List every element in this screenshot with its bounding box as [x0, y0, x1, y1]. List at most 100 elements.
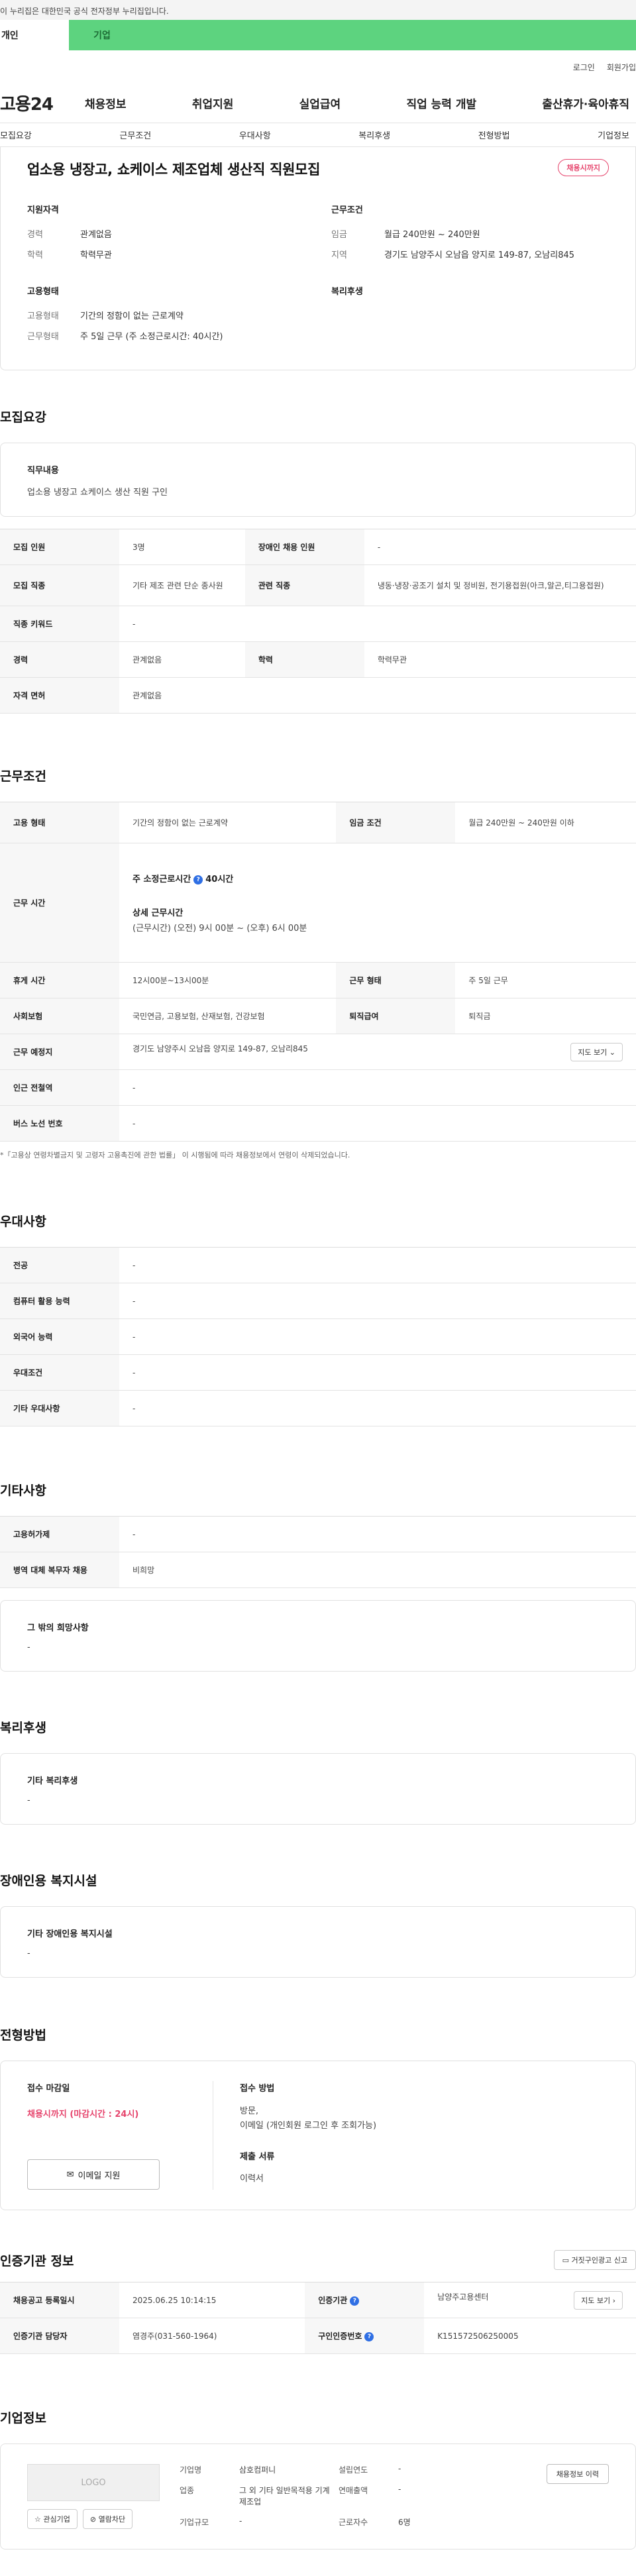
- table-cell: -: [119, 1283, 636, 1319]
- block-view-label: 열람차단: [98, 2515, 126, 2524]
- gnb-item-vocational-training[interactable]: 직업 능력 개발: [406, 95, 476, 111]
- subnav-preference[interactable]: 우대사항: [239, 129, 271, 141]
- subnav-welfare[interactable]: 복리후생: [358, 129, 390, 141]
- industry-label: 업종: [180, 2486, 195, 2495]
- chevron-right-icon: ›: [612, 2296, 615, 2305]
- table-cell: 퇴직금: [455, 998, 636, 1034]
- table-cell: -: [119, 1105, 636, 1142]
- employees-label: 근로자수: [339, 2518, 368, 2527]
- subnav-company[interactable]: 기업정보: [598, 129, 629, 141]
- welfare-box-heading: 기타 복리후생: [27, 1776, 78, 1786]
- table-header: 외국어 능력: [0, 1318, 119, 1355]
- established-label: 설립연도: [339, 2465, 368, 2475]
- career-label: 경력: [27, 230, 43, 240]
- method-heading: 접수 방법: [240, 2084, 275, 2094]
- agency-map-button[interactable]: 지도 보기 ›: [574, 2290, 623, 2310]
- info-icon[interactable]: ?: [193, 875, 203, 885]
- detail-hours-label: 상세 근무시간: [132, 908, 184, 918]
- table-row: 경력 관계없음 학력 학력무관: [0, 641, 636, 678]
- company-name-value: 삼호컴퍼니: [239, 2465, 276, 2475]
- email-apply-button[interactable]: ✉ 이메일 지원: [27, 2159, 160, 2190]
- weekly-hours-value: 40시간: [205, 875, 234, 885]
- table-cell: 관계없음: [119, 677, 636, 714]
- tab-company[interactable]: 기업: [69, 20, 135, 50]
- job-duty-card: 직무내용 업소용 냉장고 쇼케이스 생산 직원 구인: [0, 443, 636, 517]
- info-icon[interactable]: ?: [364, 2332, 374, 2341]
- recruit-history-button[interactable]: 채용정보 이력: [546, 2464, 609, 2484]
- table-header: 인증기관 담당자: [0, 2318, 119, 2354]
- company-fields: 기업명 삼호컴퍼니 설립연도 - 업종 그 외 기타 일반목적용 기계 제조업 …: [180, 2464, 464, 2528]
- gnb-item-unemployment-benefit[interactable]: 실업급여: [299, 95, 341, 111]
- table-header: 버스 노선 번호: [0, 1105, 119, 1142]
- signup-link[interactable]: 회원가입: [607, 62, 636, 73]
- agency-value: 남양주고용센터: [437, 2292, 489, 2302]
- table-row: 전공 -: [0, 1247, 636, 1283]
- table-header: 우대조건: [0, 1354, 119, 1391]
- table-cell: 학력무관: [364, 641, 636, 678]
- recruit-section-title: 모집요강: [0, 410, 46, 425]
- deadline-heading: 접수 마감일: [27, 2084, 70, 2094]
- other-table: 고용허가제 - 병역 대체 복무자 채용 비희망: [0, 1516, 636, 1588]
- gnb-item-parental-leave[interactable]: 출산휴가·육아휴직: [542, 95, 629, 111]
- info-icon[interactable]: ?: [350, 2296, 360, 2306]
- agency-map-label: 지도 보기: [581, 2296, 611, 2305]
- job-duty-heading: 직무내용: [27, 466, 59, 476]
- table-cell: 냉동·냉장·공조기 설치 및 정비원, 전기용접원(아크,알곤,티그용접원): [364, 564, 636, 606]
- detail-hours-value: (근무시간) (오전) 9시 00분 ~ (오후) 6시 00분: [132, 924, 307, 934]
- utility-bar: 로그인 회원가입: [0, 50, 636, 83]
- login-link[interactable]: 로그인: [573, 62, 595, 73]
- subnav-selection[interactable]: 전형방법: [478, 129, 510, 141]
- welfare-section-title: 복리후생: [0, 1721, 46, 1735]
- false-ad-report-label: 거짓구인광고 신고: [571, 2256, 627, 2265]
- table-header: 퇴직급여: [336, 998, 456, 1034]
- table-cell: K151572506250005: [424, 2318, 636, 2354]
- star-icon: ☆: [34, 2515, 41, 2524]
- table-header: 관련 직종: [244, 564, 364, 606]
- table-header: 컴퓨터 활용 능력: [0, 1283, 119, 1319]
- job-summary-card: 업소용 냉장고, 쇼케이스 제조업체 생산직 직원모집 채용시까지 지원자격 경…: [0, 147, 636, 370]
- gnb-item-jobs[interactable]: 채용정보: [85, 95, 127, 111]
- table-header: 인근 전철역: [0, 1069, 119, 1106]
- education-value: 학력무관: [80, 250, 112, 260]
- table-row: 병역 대체 복무자 채용 비희망: [0, 1552, 636, 1588]
- employment-type-label: 고용형태: [27, 311, 59, 321]
- table-header: 학력: [244, 641, 364, 678]
- table-cell: 12시00분~13시00분: [119, 962, 337, 998]
- table-cell: -: [119, 1318, 636, 1355]
- subnav-recruit[interactable]: 모집요강: [0, 129, 32, 141]
- selection-section-title: 전형방법: [0, 2028, 46, 2043]
- table-header: 모집 직종: [0, 564, 119, 606]
- established-value: -: [398, 2464, 401, 2473]
- employees-value: 6명: [398, 2518, 411, 2527]
- agency-section-title: 인증기관 정보: [0, 2253, 74, 2269]
- false-ad-report-button[interactable]: ▭ 거짓구인광고 신고: [553, 2250, 636, 2270]
- table-row: 고용허가제 -: [0, 1516, 636, 1552]
- map-view-button[interactable]: 지도 보기 ⌄: [570, 1042, 623, 1061]
- welfare-heading: 복리후생: [331, 287, 363, 297]
- company-size-value: -: [239, 2516, 242, 2526]
- subnav-conditions[interactable]: 근무조건: [119, 129, 151, 141]
- deadline-value: 채용시까지 (마감시간 : 24시): [27, 2110, 139, 2120]
- table-row: 자격 면허 관계없음: [0, 677, 636, 714]
- other-wish-card: 그 밖의 희망사항 -: [0, 1600, 636, 1672]
- table-header: 휴게 시간: [0, 962, 119, 998]
- favorite-company-button[interactable]: ☆ 관심기업: [27, 2509, 78, 2529]
- table-cell: 관계없음: [119, 641, 245, 678]
- site-logo[interactable]: 고용24: [0, 91, 85, 115]
- table-header: 경력: [0, 641, 119, 678]
- job-duty-text: 업소용 냉장고 쇼케이스 생산 직원 구인: [27, 488, 168, 498]
- table-header: 인증기관?: [305, 2282, 425, 2318]
- table-row: 인증기관 담당자 염경주(031-560-1964) 구인인증번호? K1515…: [0, 2318, 636, 2354]
- table-row: 휴게 시간 12시00분~13시00분 근무 형태 주 5일 근무: [0, 962, 636, 998]
- table-cell: 2025.06.25 10:14:15: [119, 2282, 305, 2318]
- table-header: 전공: [0, 1247, 119, 1283]
- table-cell: 3명: [119, 529, 245, 565]
- age-discrimination-note: *「고용상 연령차별금지 및 고령자 고용촉진에 관한 법률」 이 시행됨에 따…: [0, 1151, 350, 1159]
- work-form-value: 주 5일 근무 (주 소정근로시간: 40시간): [80, 332, 223, 342]
- tab-personal[interactable]: 개인: [0, 20, 69, 50]
- gnb-item-employment-support[interactable]: 취업지원: [192, 95, 234, 111]
- block-view-button[interactable]: ⊘ 열람차단: [82, 2509, 133, 2529]
- table-header: 근무 시간: [0, 843, 119, 963]
- job-title: 업소용 냉장고, 쇼케이스 제조업체 생산직 직원모집: [27, 162, 321, 178]
- table-header: 사회보험: [0, 998, 119, 1034]
